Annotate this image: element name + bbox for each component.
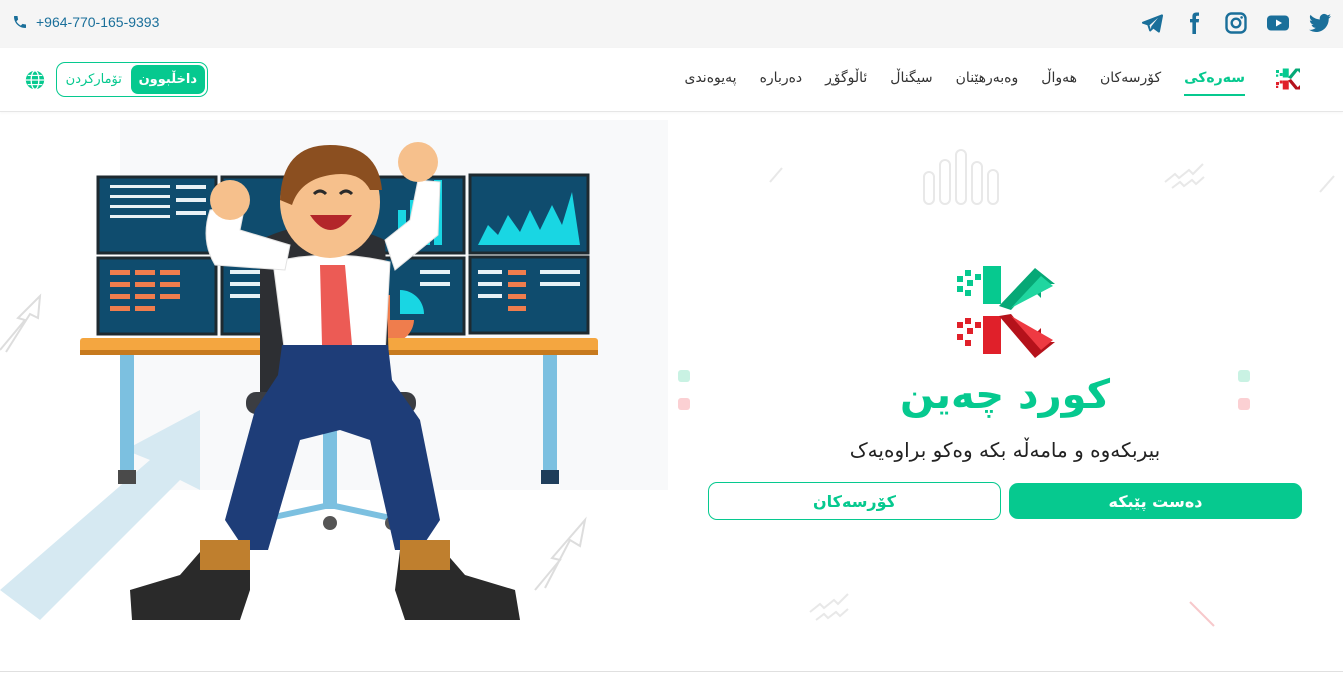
youtube-icon[interactable] <box>1265 10 1291 36</box>
nav-item-investment[interactable]: وەبەرهێنان <box>956 70 1019 96</box>
main-navbar: تۆمارکردن داخڵبوون سەرەکی کۆرسەکان هەواڵ… <box>0 48 1343 112</box>
nav-item-exchange[interactable]: ئاڵوگۆڕ <box>825 70 867 96</box>
nav-menu: سەرەکی کۆرسەکان هەواڵ وەبەرهێنان سیگناڵ … <box>685 70 1245 96</box>
brand-logo <box>957 266 1055 358</box>
get-started-button[interactable]: دەست پێبکە <box>1009 483 1302 519</box>
facebook-icon[interactable] <box>1181 10 1207 36</box>
instagram-icon[interactable] <box>1223 10 1249 36</box>
phone-number: +964-770-165-9393 <box>36 14 160 30</box>
nav-item-home[interactable]: سەرەکی <box>1184 70 1245 96</box>
nav-item-signal[interactable]: سیگناڵ <box>890 70 932 96</box>
twitter-icon[interactable] <box>1307 10 1333 36</box>
globe-icon[interactable] <box>24 69 46 91</box>
courses-button[interactable]: کۆرسەکان <box>708 482 1001 520</box>
auth-group: تۆمارکردن داخڵبوون <box>56 62 208 97</box>
nav-item-contact[interactable]: پەیوەندی <box>685 70 737 96</box>
hero-tagline: بیربکەوە و مامەڵە بکە وەکو براوەیەک <box>849 438 1161 462</box>
telegram-icon[interactable] <box>1139 10 1165 36</box>
social-links <box>1139 10 1333 36</box>
nav-item-courses[interactable]: کۆرسەکان <box>1100 70 1161 96</box>
login-button[interactable]: داخڵبوون <box>130 65 205 94</box>
brand-name: کورد چەین <box>900 372 1110 418</box>
site-logo[interactable] <box>1273 64 1303 94</box>
nav-item-news[interactable]: هەواڵ <box>1041 70 1077 96</box>
nav-item-about[interactable]: دەربارە <box>760 70 803 96</box>
top-bar: +964-770-165-9393 <box>0 0 1343 48</box>
trader-illustration <box>0 120 668 620</box>
register-button[interactable]: تۆمارکردن <box>57 72 131 87</box>
phone-contact[interactable]: +964-770-165-9393 <box>12 14 159 30</box>
phone-icon <box>14 16 26 28</box>
divider <box>0 671 1343 672</box>
